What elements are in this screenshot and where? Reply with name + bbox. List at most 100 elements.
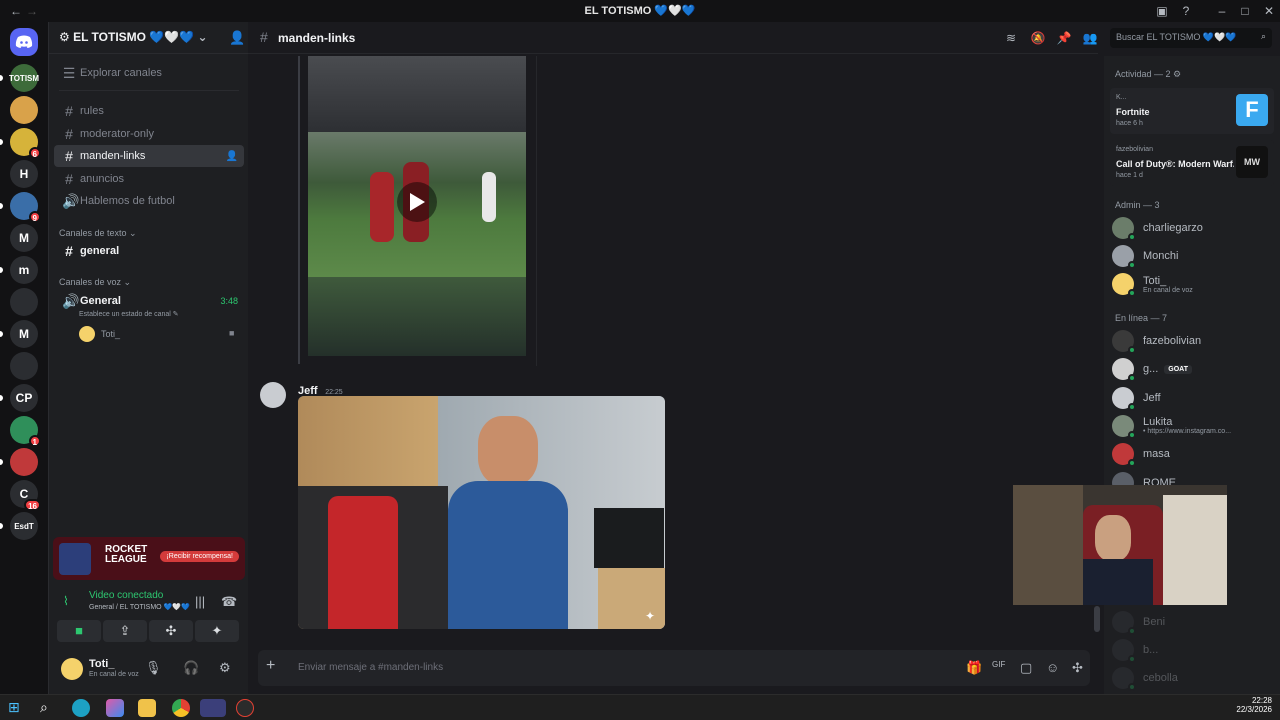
- avatar: [1112, 667, 1136, 691]
- server-icon[interactable]: 6: [10, 128, 41, 159]
- edge-icon[interactable]: [72, 699, 90, 717]
- channel-moderator-only[interactable]: # moderator-only: [54, 123, 244, 145]
- member-item[interactable]: cebolla: [1112, 664, 1272, 692]
- minimize-icon[interactable]: –: [1214, 3, 1230, 19]
- activity-card[interactable]: K... Fortnite hace 6 h F: [1110, 88, 1274, 134]
- headphones-icon[interactable]: 🎧: [183, 660, 199, 676]
- message-input[interactable]: Enviar mensaje a #manden-links: [298, 662, 443, 673]
- member-item[interactable]: Lukita • https://www.instagram.co...: [1112, 412, 1272, 440]
- server-icon[interactable]: [10, 96, 38, 124]
- server-icon[interactable]: TOTISM: [9, 64, 39, 92]
- scrollbar[interactable]: [1094, 606, 1100, 632]
- image-attachment[interactable]: ✦: [298, 396, 665, 629]
- maximize-icon[interactable]: □: [1237, 3, 1253, 19]
- help-icon[interactable]: ?: [1178, 3, 1194, 19]
- apps-icon[interactable]: ✣: [1072, 660, 1083, 676]
- discord-taskbar-icon[interactable]: [200, 699, 226, 717]
- avatar[interactable]: [260, 382, 286, 408]
- member-name: masa: [1143, 448, 1170, 461]
- avatar[interactable]: [61, 658, 83, 680]
- server-icon[interactable]: [10, 352, 38, 380]
- server-icon[interactable]: 9: [10, 192, 41, 223]
- channel-status-input[interactable]: Establece un estado de canal ✎: [79, 310, 179, 318]
- app-icon[interactable]: [236, 699, 254, 717]
- voice-member[interactable]: Toti_: [79, 326, 120, 342]
- server-icon[interactable]: 1: [10, 416, 41, 447]
- category-voice-channels[interactable]: Canales de voz ⌄: [59, 277, 131, 288]
- invite-icon[interactable]: 👤: [226, 151, 238, 162]
- status-indicator: [1128, 459, 1136, 468]
- activity-card[interactable]: fazebolivian Call of Duty®: Modern Warf.…: [1110, 140, 1274, 186]
- member-item[interactable]: charliegarzo: [1112, 214, 1272, 242]
- promo-banner[interactable]: ROCKET LEAGUE ¡Recibir recompensa!: [53, 537, 245, 580]
- member-item[interactable]: Beni: [1112, 608, 1272, 636]
- server-name-button[interactable]: ⚙ EL TOTISMO 💙🤍💙 ⌄: [59, 30, 208, 44]
- avatar: [1112, 443, 1136, 468]
- sticker-icon[interactable]: ▢: [1020, 660, 1032, 676]
- microphone-icon[interactable]: 🎙: [145, 660, 162, 676]
- chrome-icon[interactable]: [172, 699, 190, 717]
- threads-icon[interactable]: ≋: [1003, 30, 1019, 46]
- explore-channels[interactable]: ☰ Explorar canales: [54, 62, 244, 84]
- sparkle-icon[interactable]: ✦: [645, 609, 655, 623]
- search-icon[interactable]: ⌕: [40, 699, 58, 717]
- channel-manden-links[interactable]: # manden-links 👤: [54, 145, 244, 167]
- add-attachment-icon[interactable]: +: [266, 657, 275, 675]
- message-composer[interactable]: + Enviar mensaje a #manden-links 🎁 GIF ▢…: [258, 650, 1090, 686]
- member-item[interactable]: Toti_ En canal de voz: [1112, 270, 1272, 298]
- avatar: [1112, 273, 1136, 297]
- discord-home-icon[interactable]: [10, 28, 38, 56]
- channel-anuncios[interactable]: # anuncios: [54, 168, 244, 190]
- member-item[interactable]: masa: [1112, 440, 1272, 468]
- channel-rules[interactable]: # rules: [54, 100, 244, 122]
- play-button-icon[interactable]: [397, 182, 437, 222]
- copilot-icon[interactable]: [106, 699, 124, 717]
- server-icon[interactable]: m: [10, 256, 38, 284]
- settings-gear-icon[interactable]: ⚙: [219, 660, 231, 676]
- server-icon[interactable]: [10, 288, 38, 316]
- gift-icon[interactable]: 🎁: [966, 660, 982, 676]
- file-explorer-icon[interactable]: [138, 699, 156, 717]
- inbox-icon[interactable]: ▣: [1154, 3, 1170, 19]
- taskbar-clock[interactable]: 22:28 22/3/2026: [1228, 696, 1272, 714]
- activities-button[interactable]: ✣: [149, 620, 193, 642]
- notification-badge: 9: [28, 211, 41, 223]
- server-icon[interactable]: [10, 448, 38, 476]
- camera-button[interactable]: ■: [57, 620, 101, 642]
- avatar: [1112, 330, 1136, 354]
- server-icon[interactable]: EsdT: [10, 512, 38, 540]
- soundboard-button[interactable]: ✦: [195, 620, 239, 642]
- search-input[interactable]: Buscar EL TOTISMO 💙🤍💙 ⌕: [1110, 28, 1272, 48]
- server-icon[interactable]: CP: [10, 384, 38, 412]
- channel-title: manden-links: [278, 31, 356, 45]
- server-icon[interactable]: M: [10, 320, 38, 348]
- gif-icon[interactable]: GIF: [992, 660, 1005, 669]
- member-item[interactable]: Monchi: [1112, 242, 1272, 270]
- windows-start-icon[interactable]: ⊞: [8, 699, 26, 717]
- status-indicator: [1128, 402, 1136, 411]
- member-item[interactable]: fazebolivian: [1112, 327, 1272, 355]
- disconnect-icon[interactable]: ☎: [221, 594, 237, 610]
- category-text-channels[interactable]: Canales de texto ⌄: [59, 228, 137, 239]
- pin-icon[interactable]: 📌: [1056, 30, 1072, 46]
- voice-channel-general[interactable]: 🔊 General 3:48: [54, 290, 244, 312]
- claim-reward-button[interactable]: ¡Recibir recompensa!: [160, 551, 239, 562]
- member-item[interactable]: Jeff: [1112, 384, 1272, 412]
- channel-hablemos-de-futbol[interactable]: 🔊 Hablemos de futbol: [54, 190, 244, 212]
- notifications-muted-icon[interactable]: 🔕: [1030, 30, 1046, 46]
- noise-suppression-icon[interactable]: |||: [195, 594, 205, 609]
- chevron-down-icon: ⌄: [197, 30, 208, 44]
- server-icon[interactable]: H: [10, 160, 38, 188]
- emoji-icon[interactable]: ☺: [1046, 660, 1059, 675]
- member-list-icon[interactable]: 👥: [1082, 30, 1098, 46]
- close-icon[interactable]: ✕: [1261, 3, 1277, 19]
- member-item[interactable]: b...: [1112, 636, 1272, 664]
- channel-general[interactable]: # general: [54, 240, 244, 262]
- video-embed[interactable]: [308, 56, 526, 356]
- member-item[interactable]: g... GOAT: [1112, 355, 1272, 383]
- server-icon[interactable]: M: [10, 224, 38, 252]
- invite-people-icon[interactable]: 👤: [229, 30, 245, 46]
- avatar: [1112, 217, 1136, 241]
- screenshare-button[interactable]: ⇪: [103, 620, 147, 642]
- server-icon[interactable]: C 16: [10, 480, 41, 511]
